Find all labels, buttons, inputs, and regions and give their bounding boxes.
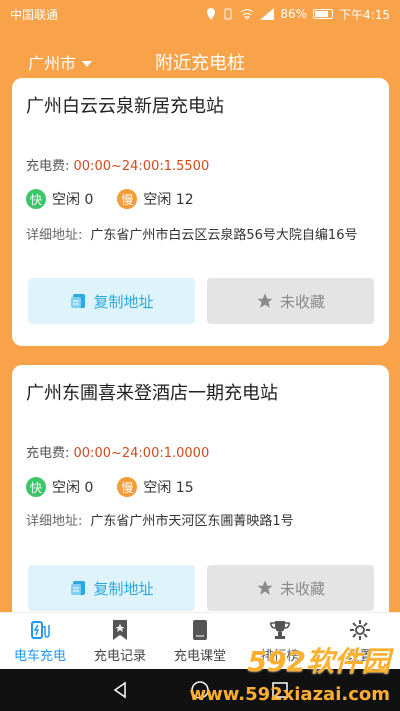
fast-available-text: 空闲 0 — [52, 192, 94, 208]
copy-address-button[interactable]: 复制地址 — [28, 278, 195, 324]
fee-row: 充电费: 00:00~24:00:1.5500 — [26, 155, 209, 174]
favorite-button[interactable]: 未收藏 — [207, 278, 374, 324]
copy-address-button[interactable]: 复制地址 — [28, 565, 195, 611]
app-header: 广州市 附近充电桩 — [0, 40, 400, 80]
clock: 下午4:15 — [339, 7, 390, 22]
status-icons: 86% 下午4:15 — [206, 6, 390, 23]
nav-label: 电车充电 — [13, 649, 66, 664]
gear-icon — [350, 620, 370, 640]
slow-available-text: 空闲 12 — [143, 192, 194, 208]
nav-item-charging-records[interactable]: 充电记录 — [80, 613, 160, 670]
charger-availability: 快 空闲 0 慢 空闲 15 — [26, 477, 194, 497]
slow-charger-badge: 慢 — [117, 477, 138, 497]
watermark-url: www.592xiazai.com — [189, 684, 391, 705]
slow-charger-badge: 慢 — [117, 189, 138, 209]
favorite-label: 未收藏 — [279, 579, 325, 598]
charging-plug-icon — [31, 621, 50, 639]
address-value: 广东省广州市天河区东圃菁映路1号 — [90, 514, 294, 529]
page-title: 附近充电桩 — [155, 53, 245, 74]
slow-available-text: 空闲 15 — [143, 480, 194, 496]
charger-availability: 快 空闲 0 慢 空闲 12 — [26, 189, 194, 209]
address-label: 详细地址: — [26, 228, 83, 243]
bookmark-icon — [113, 620, 127, 640]
nav-label: 充电记录 — [93, 649, 146, 664]
book-icon — [193, 620, 207, 640]
copy-address-label: 复制地址 — [93, 292, 154, 311]
address-label: 详细地址: — [26, 514, 83, 529]
fee-row: 充电费: 00:00~24:00:1.0000 — [26, 442, 209, 461]
fast-charger-badge: 快 — [26, 189, 46, 209]
station-name: 广州白云云泉新居充电站 — [26, 96, 224, 117]
fee-label: 充电费: — [26, 159, 70, 174]
nav-item-charging-class[interactable]: 充电课堂 — [160, 613, 240, 670]
vibrate-icon — [224, 8, 232, 20]
star-icon — [257, 293, 273, 308]
address-row: 详细地址: 广东省广州市白云区云泉路56号大院自编16号 — [26, 226, 376, 246]
fee-label: 充电费: — [26, 446, 70, 461]
fast-available-text: 空闲 0 — [52, 480, 94, 496]
copy-icon — [71, 294, 86, 308]
wifi-icon — [241, 9, 254, 20]
trophy-icon — [270, 621, 290, 639]
nav-item-ev-charging[interactable]: 电车充电 — [0, 613, 80, 670]
fee-value: 00:00~24:00:1.0000 — [73, 446, 210, 461]
signal-icon — [260, 8, 275, 20]
copy-icon — [71, 581, 86, 595]
address-value: 广东省广州市白云区云泉路56号大院自编16号 — [90, 228, 358, 243]
station-name: 广州东圃喜来登酒店一期充电站 — [26, 383, 278, 404]
location-icon — [207, 8, 216, 20]
address-row: 详细地址: 广东省广州市天河区东圃菁映路1号 — [26, 512, 376, 532]
battery-percent: 86% — [280, 7, 308, 21]
copy-address-label: 复制地址 — [93, 579, 154, 598]
battery-icon — [313, 9, 334, 19]
station-card[interactable]: 广州白云云泉新居充电站 充电费: 00:00~24:00:1.5500 快 空闲… — [12, 78, 389, 346]
back-icon[interactable] — [111, 681, 129, 699]
carrier-label: 中国联通 — [10, 7, 59, 22]
fee-value: 00:00~24:00:1.5500 — [73, 159, 210, 174]
status-bar: 中国联通 86% 下午4:15 — [0, 0, 400, 28]
favorite-button[interactable]: 未收藏 — [207, 565, 374, 611]
star-icon — [257, 580, 273, 595]
nav-label: 充电课堂 — [173, 649, 226, 664]
fast-charger-badge: 快 — [26, 477, 46, 497]
watermark-brand: 592软件园 — [247, 645, 390, 678]
favorite-label: 未收藏 — [279, 292, 325, 311]
station-card[interactable]: 广州东圃喜来登酒店一期充电站 充电费: 00:00~24:00:1.0000 快… — [12, 365, 389, 625]
